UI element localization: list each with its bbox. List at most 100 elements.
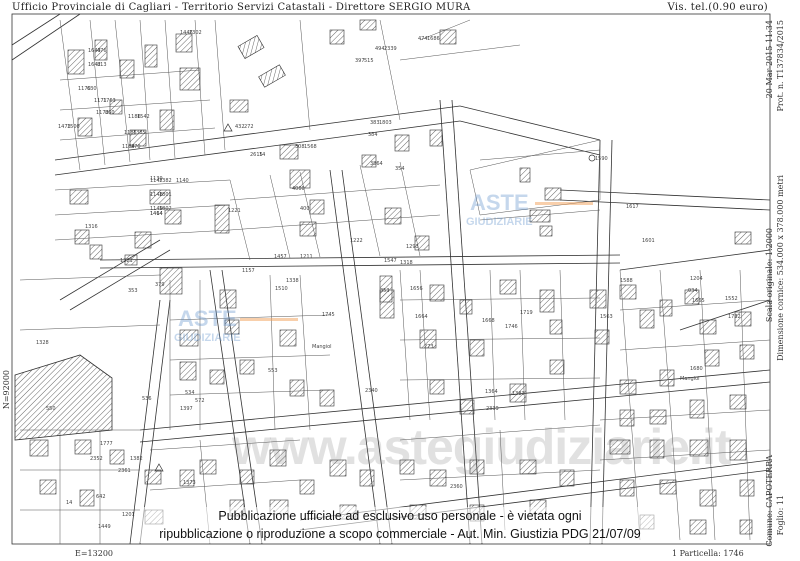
parcel-number: 1510 xyxy=(275,286,288,292)
parcel-number: 515 xyxy=(364,58,374,64)
parcel-number: 2361 xyxy=(118,468,131,474)
east-coordinate: E=13200 xyxy=(75,549,113,558)
cadastral-map: 1446474494397164316421170117111721473118… xyxy=(0,0,800,561)
watermark-site: www.astegiudiziarie.it xyxy=(232,419,731,475)
parcel-number: 1373 xyxy=(183,480,196,486)
parcel-number: 553 xyxy=(268,368,278,374)
parcel-number: 353 xyxy=(128,288,138,294)
watermark-logo-top: ASTE xyxy=(470,190,529,215)
parcel-number: 270 xyxy=(131,144,141,150)
parcel-number: 1383 xyxy=(512,391,525,397)
parcel-number: 572 xyxy=(195,398,205,404)
parcel-number: 400 xyxy=(300,206,310,212)
parcel-number: 1382 xyxy=(130,456,143,462)
parcel-number: 1221 xyxy=(228,208,241,214)
parcel-number: 860 xyxy=(105,110,115,116)
parcel-number: 379 xyxy=(155,282,165,288)
date-label: 20-Mar-2015 11:34 xyxy=(765,20,774,99)
legal-notice-line2: ripubblicazione o riproduzione a scopo c… xyxy=(140,525,660,543)
parcel-number: 354 xyxy=(395,166,405,172)
parcel-number: 384 xyxy=(368,132,378,138)
parcel-number: 2339 xyxy=(486,406,499,412)
parcel-number: 1382 xyxy=(159,178,172,184)
watermark-logo-bottom: GIUDIZIARIE xyxy=(174,332,241,344)
parcel-number: 1686 xyxy=(427,36,440,42)
parcel-number: 4000 xyxy=(292,186,305,192)
parcel-number: 2352 xyxy=(90,456,103,462)
vis-tel: Vis. tel.(0.90 euro) xyxy=(667,2,768,13)
parcel-number: 1802 xyxy=(159,206,172,212)
parcel-number: 3864 xyxy=(370,161,383,167)
parcel-number: 1719 xyxy=(520,310,533,316)
parcel-number: 273 xyxy=(424,344,434,350)
parcel-number: 1568 xyxy=(304,144,317,150)
parcel-number: 1318 xyxy=(400,260,413,266)
parcel-number: 1500 xyxy=(67,124,80,130)
foglio-label: Foglio: 11 xyxy=(776,495,785,536)
parcel-number: 1803 xyxy=(379,120,392,126)
parcel-number: 353 xyxy=(380,288,390,294)
particella-label: 1 Particella: 1746 xyxy=(672,549,744,558)
parcel-number: 1397 xyxy=(180,406,193,412)
parcel-number: 1656 xyxy=(410,286,423,292)
north-coordinate: N=92000 xyxy=(2,370,11,410)
parcel-number: 14 xyxy=(259,152,265,158)
office-title: Ufficio Provinciale di Cagliari - Territ… xyxy=(12,2,471,13)
parcel-number: 1801 xyxy=(159,192,172,198)
parcel-number: 1601 xyxy=(642,238,655,244)
parcel-number: 2302 xyxy=(189,30,202,36)
parcel-number: 1211 xyxy=(300,254,313,260)
parcel-number: 476 xyxy=(97,48,107,54)
parcel-number: 1140 xyxy=(176,178,189,184)
parcel-number: 630 xyxy=(87,86,97,92)
parcel-number: 2340 xyxy=(365,388,378,394)
parcel-number: 1364 xyxy=(485,389,498,395)
parcel-number: 1590 xyxy=(595,156,608,162)
parcel-number: 1665 xyxy=(692,298,705,304)
parcel-number: 1588 xyxy=(620,278,633,284)
parcel-number: 1763 xyxy=(103,98,116,104)
parcel-number: 1617 xyxy=(626,204,639,210)
parcel-number: 534 xyxy=(185,390,195,396)
scale-label: Scala originale: 1:2000 xyxy=(765,228,774,323)
parcel-number: 1732 xyxy=(728,314,741,320)
parcel-number: 1542 xyxy=(137,114,150,120)
parcel-number: 1385 xyxy=(133,130,146,136)
parcel-number: 1293 xyxy=(406,244,419,250)
parcel-number: 536 xyxy=(142,396,152,402)
parcel-number: 1664 xyxy=(415,314,428,320)
parcel-number: 1668 xyxy=(482,318,495,324)
parcel-number: 1222 xyxy=(350,238,363,244)
header-bar: Ufficio Provinciale di Cagliari - Territ… xyxy=(0,0,800,14)
parcel-number: 1321 xyxy=(120,258,133,264)
parcel-number: 550 xyxy=(46,406,56,412)
parcel-number: 1563 xyxy=(600,314,613,320)
parcel-number: 1204 xyxy=(690,276,703,282)
parcel-number: 1449 xyxy=(98,524,111,530)
parcel-number: 1746 xyxy=(505,324,518,330)
parcel-number: 934 xyxy=(688,288,698,294)
comune-label: Comune: CAPOTERRA xyxy=(765,455,774,547)
protocol-label: Prot. n. T137834/2015 xyxy=(776,20,785,112)
parcel-number: 2360 xyxy=(450,484,463,490)
parcel-number: 642 xyxy=(96,494,106,500)
street-label: Mangiol xyxy=(312,344,332,350)
watermark-logo-top: ASTE xyxy=(178,306,237,331)
parcel-number: 1547 xyxy=(384,258,397,264)
parcel-number: 1157 xyxy=(242,268,255,274)
parcel-number: 1552 xyxy=(725,296,738,302)
parcel-number: 1680 xyxy=(690,366,703,372)
parcel-number: 272 xyxy=(244,124,254,130)
parcel-number: 1777 xyxy=(100,441,113,447)
parcel-number: 1338 xyxy=(286,278,299,284)
parcel-number: 1328 xyxy=(36,340,49,346)
parcel-number: 1457 xyxy=(274,254,287,260)
parcel-number: 1201 xyxy=(122,512,135,518)
dimension-label: Dimensione cornice: 534.000 x 378.000 me… xyxy=(776,175,785,361)
parcel-number: 813 xyxy=(97,62,107,68)
parcel-number: 1745 xyxy=(322,312,335,318)
street-label: Mangiol xyxy=(680,376,700,382)
watermark-logo-bottom: GIUDIZIARIE xyxy=(466,216,533,228)
legal-notice-line1: Pubblicazione ufficiale ad esclusivo uso… xyxy=(140,507,660,525)
parcel-number: 1316 xyxy=(85,224,98,230)
